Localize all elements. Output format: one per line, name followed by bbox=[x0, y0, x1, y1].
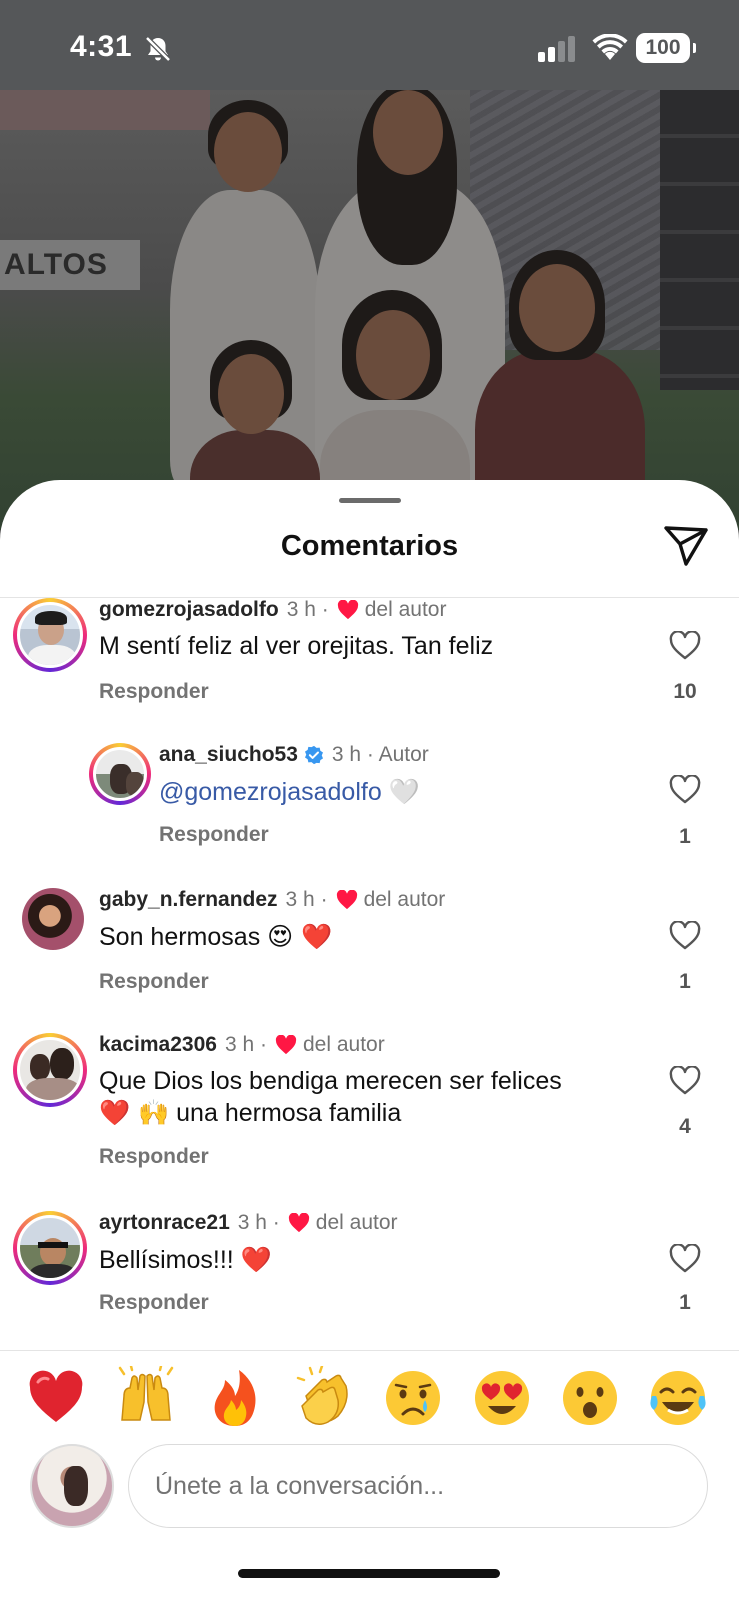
avatar[interactable] bbox=[89, 743, 151, 805]
comment-text: M sentí feliz al ver orejitas. Tan feliz bbox=[99, 632, 494, 660]
fire-icon[interactable] bbox=[203, 1366, 267, 1430]
reply-button[interactable]: Responder bbox=[99, 970, 209, 994]
like-count: 1 bbox=[679, 970, 691, 993]
reactions-divider bbox=[0, 1350, 739, 1351]
home-indicator[interactable] bbox=[238, 1569, 500, 1578]
comment-time: 3 h · bbox=[285, 888, 328, 911]
cellular-signal-icon bbox=[538, 36, 575, 62]
comment-composer[interactable] bbox=[128, 1444, 708, 1528]
heart-eyes-face-icon[interactable] bbox=[470, 1366, 534, 1430]
comment-username[interactable]: kacima2306 bbox=[99, 1033, 217, 1057]
comment-username[interactable]: ayrtonrace21 bbox=[99, 1211, 230, 1235]
like-count: 4 bbox=[679, 1115, 691, 1138]
comment-text-body: Bellísimos!!! bbox=[99, 1246, 234, 1274]
comment-username[interactable]: gaby_n.fernandez bbox=[99, 888, 278, 912]
comment-text-body: Son hermosas bbox=[99, 923, 261, 951]
comment-time: 3 h · Autor bbox=[331, 743, 429, 766]
reply-button[interactable]: Responder bbox=[99, 1291, 209, 1315]
heart-outline-icon[interactable] bbox=[669, 921, 701, 951]
tears-of-joy-face-icon[interactable] bbox=[646, 1366, 710, 1430]
avatar[interactable] bbox=[13, 598, 87, 672]
heart-filled-icon bbox=[288, 1213, 309, 1233]
comment-time: 3 h · bbox=[286, 598, 329, 621]
comment-emoji: 😍 ❤️ bbox=[267, 922, 333, 951]
heart-filled-icon bbox=[336, 890, 357, 910]
clapping-hands-icon[interactable] bbox=[292, 1364, 356, 1430]
battery-indicator: 100 bbox=[636, 33, 696, 63]
post-photo-backdrop: ALTOS bbox=[0, 90, 739, 530]
bell-slash-icon bbox=[145, 36, 171, 62]
surprised-face-icon[interactable] bbox=[558, 1366, 622, 1430]
like-count: 1 bbox=[679, 825, 691, 848]
heart-filled-icon bbox=[337, 600, 358, 620]
comment-username[interactable]: ana_siucho53 bbox=[159, 743, 298, 767]
wifi-icon bbox=[592, 34, 628, 60]
mention-link[interactable]: @gomezrojasadolfo bbox=[159, 778, 382, 806]
raising-hands-icon[interactable] bbox=[114, 1364, 178, 1430]
comment-time: 3 h · bbox=[224, 1033, 267, 1056]
like-count: 1 bbox=[679, 1291, 691, 1314]
stadium-banner: ALTOS bbox=[0, 240, 140, 290]
comment-text: @gomezrojasadolfo 🤍 bbox=[159, 776, 420, 808]
status-bar: 4:31 100 bbox=[0, 0, 739, 90]
liked-by-author-label: del autor bbox=[302, 1033, 385, 1056]
comment-text-body: Que Dios los bendiga merecen ser felices bbox=[99, 1067, 562, 1095]
reply-button[interactable]: Responder bbox=[99, 1145, 209, 1169]
comment-emoji: ❤️ bbox=[240, 1245, 272, 1274]
avatar[interactable] bbox=[22, 888, 84, 950]
comment-input[interactable] bbox=[129, 1445, 707, 1527]
comment-text: Que Dios los bendiga merecen ser felices… bbox=[99, 1066, 639, 1129]
my-avatar bbox=[30, 1444, 114, 1528]
status-time: 4:31 bbox=[70, 30, 133, 63]
comment-time: 3 h · bbox=[237, 1211, 280, 1234]
sheet-title: Comentarios bbox=[280, 530, 459, 562]
heart-outline-icon[interactable] bbox=[669, 1244, 701, 1274]
red-heart-icon[interactable] bbox=[24, 1366, 88, 1430]
white-heart-emoji: 🤍 bbox=[388, 777, 420, 806]
heart-outline-icon[interactable] bbox=[669, 631, 701, 661]
reply-button[interactable]: Responder bbox=[159, 823, 269, 847]
reply-button[interactable]: Responder bbox=[99, 680, 209, 704]
liked-by-author-label: del autor bbox=[364, 598, 447, 621]
crying-face-icon[interactable] bbox=[381, 1366, 445, 1430]
verified-badge-icon bbox=[304, 745, 323, 765]
avatar[interactable] bbox=[13, 1033, 87, 1107]
heart-outline-icon[interactable] bbox=[669, 775, 701, 805]
comment-emoji: ❤️ 🙌 bbox=[99, 1098, 170, 1127]
sheet-drag-handle[interactable] bbox=[339, 498, 401, 503]
comments-sheet: Comentarios gomezrojasadolfo 3 h · del a… bbox=[0, 480, 739, 1600]
liked-by-author-label: del autor bbox=[363, 888, 446, 911]
like-count: 10 bbox=[673, 680, 697, 703]
comment-text: Son hermosas 😍 ❤️ bbox=[99, 921, 332, 953]
avatar[interactable] bbox=[13, 1211, 87, 1285]
heart-filled-icon bbox=[275, 1035, 297, 1055]
comment-text: Bellísimos!!! ❤️ bbox=[99, 1244, 272, 1276]
comment-username[interactable]: gomezrojasadolfo bbox=[99, 598, 279, 622]
liked-by-author-label: del autor bbox=[315, 1211, 398, 1234]
heart-outline-icon[interactable] bbox=[669, 1066, 701, 1096]
share-paper-plane-icon[interactable] bbox=[662, 524, 710, 568]
comment-text-body-2: una hermosa familia bbox=[176, 1099, 402, 1127]
